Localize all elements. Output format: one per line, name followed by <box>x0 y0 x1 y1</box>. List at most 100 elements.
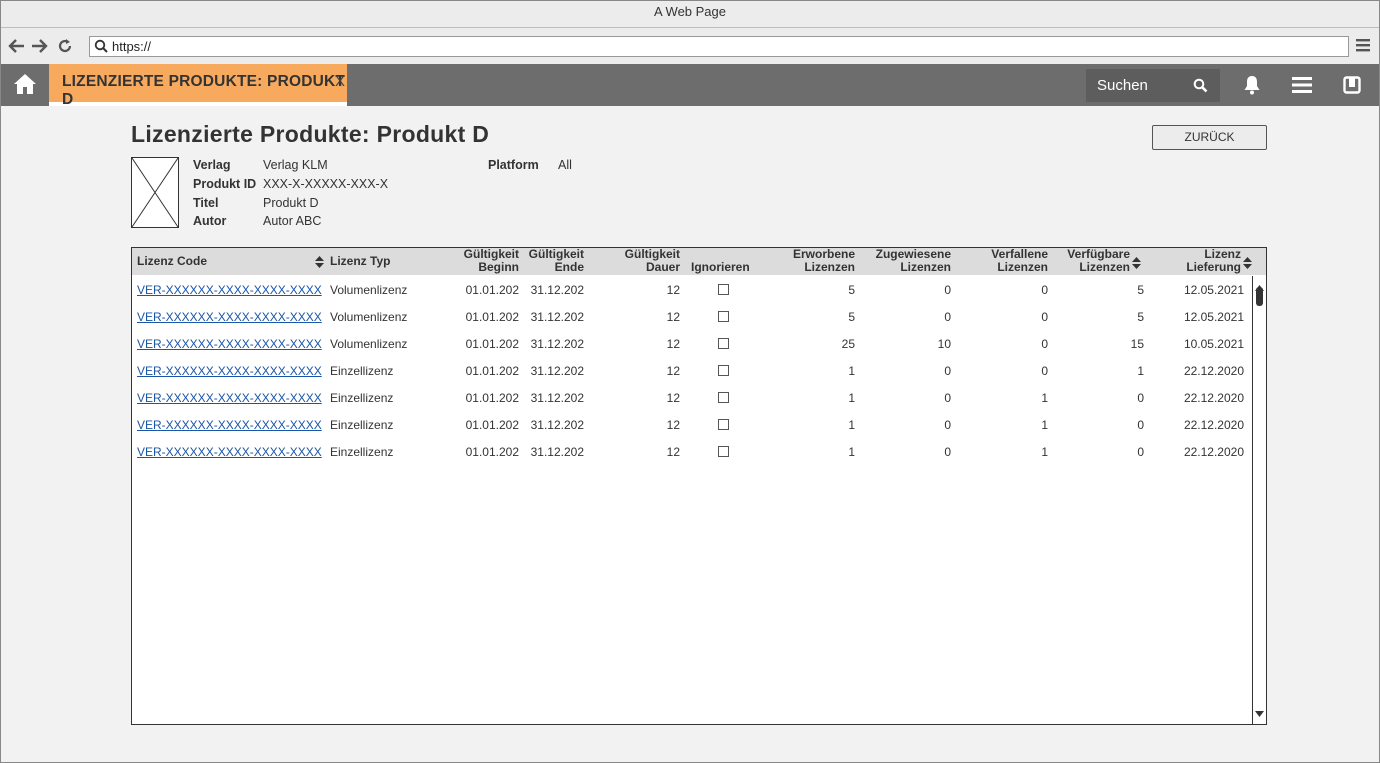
ignorieren-checkbox[interactable] <box>718 419 729 430</box>
sort-icon[interactable] <box>1132 256 1141 274</box>
col-zugewiesene-line1: Zugewiesene <box>875 247 951 261</box>
lizenz-typ-cell: Einzellizenz <box>330 418 394 432</box>
reload-icon[interactable] <box>55 36 75 56</box>
sort-icon[interactable] <box>315 255 324 273</box>
license-table: Lizenz Code Lizenz Typ Gültigkeit Beginn… <box>131 247 1267 725</box>
verfuegbare-cell: 5 <box>1137 310 1144 324</box>
col-zugewiesene[interactable]: Zugewiesene Lizenzen <box>862 248 951 273</box>
scroll-down-arrow-icon[interactable] <box>1255 704 1264 722</box>
home-icon[interactable] <box>13 73 39 97</box>
verfallene-cell: 0 <box>1041 364 1048 378</box>
lieferung-cell: 12.05.2021 <box>1183 310 1244 324</box>
tab-close-button[interactable]: X <box>335 73 345 90</box>
col-erworbene-line2: Lizenzen <box>804 259 855 274</box>
ignorieren-checkbox[interactable] <box>718 365 729 376</box>
scrollbar-thumb[interactable] <box>1256 287 1263 306</box>
sort-icon[interactable] <box>1243 256 1252 274</box>
col-lizenz-lieferung[interactable]: Lizenz Lieferung <box>1162 248 1241 273</box>
erworbene-cell: 25 <box>841 337 855 351</box>
ignorieren-checkbox[interactable] <box>718 446 729 457</box>
search-placeholder: Suchen <box>1097 77 1148 94</box>
verfallene-cell: 0 <box>1041 337 1048 351</box>
dauer-cell: 12 <box>666 364 680 378</box>
zugewiesene-cell: 0 <box>944 364 951 378</box>
lizenz-typ-cell: Einzellizenz <box>330 445 394 459</box>
erworbene-cell: 1 <box>848 418 855 432</box>
lieferung-cell: 10.05.2021 <box>1183 337 1244 351</box>
titel-label: Titel <box>193 196 219 210</box>
tab-lizenzierte-produkte[interactable]: LIZENZIERTE PRODUKTE: PRODUKT D X <box>49 64 347 108</box>
forward-arrow-icon[interactable] <box>29 36 49 56</box>
verfuegbare-cell: 0 <box>1137 445 1144 459</box>
page-title: Lizenzierte Produkte: Produkt D <box>131 121 490 147</box>
lizenz-code-link[interactable]: VER-XXXXXX-XXXX-XXXX-XXXX <box>137 418 322 432</box>
col-verfuegbare[interactable]: Verfügbare Lizenzen <box>1052 248 1130 273</box>
ende-cell: 31.12.202 <box>530 337 584 351</box>
platform-label: Platform <box>488 158 539 172</box>
verfallene-cell: 1 <box>1041 445 1048 459</box>
lizenz-code-link[interactable]: VER-XXXXXX-XXXX-XXXX-XXXX <box>137 283 322 297</box>
produkt-id-value: XXX-X-XXXXX-XXX-X <box>263 177 389 191</box>
lizenz-code-link[interactable]: VER-XXXXXX-XXXX-XXXX-XXXX <box>137 337 322 351</box>
autor-label: Autor <box>193 214 227 228</box>
address-bar: https:// <box>1 28 1379 65</box>
lizenz-code-link[interactable]: VER-XXXXXX-XXXX-XXXX-XXXX <box>137 391 322 405</box>
back-arrow-icon[interactable] <box>7 36 27 56</box>
bell-icon[interactable] <box>1243 75 1261 100</box>
browser-menu-icon[interactable] <box>1355 37 1371 58</box>
zugewiesene-cell: 0 <box>944 445 951 459</box>
col-ignorieren[interactable]: Ignorieren <box>691 261 750 274</box>
verlag-label: Verlag <box>193 158 231 172</box>
dauer-cell: 12 <box>666 310 680 324</box>
beginn-cell: 01.01.202 <box>465 391 519 405</box>
col-gueltigkeit-dauer[interactable]: Gültigkeit Dauer <box>602 248 680 273</box>
ignorieren-checkbox[interactable] <box>718 284 729 295</box>
ignorieren-checkbox[interactable] <box>718 392 729 403</box>
col-beginn-line2: Beginn <box>478 259 519 274</box>
main-content: Lizenzierte Produkte: Produkt D ZURÜCK V… <box>1 106 1379 761</box>
erworbene-cell: 1 <box>848 391 855 405</box>
col-gueltigkeit-ende[interactable]: Gültigkeit Ende <box>522 248 584 273</box>
table-row: VER-XXXXXX-XXXX-XXXX-XXXX Einzellizenz 01.… <box>132 438 1252 465</box>
search-icon[interactable] <box>1193 78 1208 98</box>
back-button[interactable]: ZURÜCK <box>1152 125 1267 150</box>
col-lizenz-code[interactable]: Lizenz Code <box>137 255 207 268</box>
lizenz-code-link[interactable]: VER-XXXXXX-XXXX-XXXX-XXXX <box>137 310 322 324</box>
dauer-cell: 12 <box>666 445 680 459</box>
col-lieferung-line2: Lieferung <box>1186 259 1241 274</box>
ignorieren-checkbox[interactable] <box>718 311 729 322</box>
verfallene-cell: 1 <box>1041 391 1048 405</box>
url-input[interactable]: https:// <box>89 36 1349 57</box>
verfuegbare-cell: 0 <box>1137 418 1144 432</box>
ignorieren-checkbox[interactable] <box>718 338 729 349</box>
col-gueltigkeit-beginn[interactable]: Gültigkeit Beginn <box>432 248 519 273</box>
table-row: VER-XXXXXX-XXXX-XXXX-XXXX Volumenlizenz 01… <box>132 330 1252 357</box>
lizenz-code-link[interactable]: VER-XXXXXX-XXXX-XXXX-XXXX <box>137 364 322 378</box>
search-input[interactable]: Suchen <box>1086 69 1220 102</box>
dauer-cell: 12 <box>666 337 680 351</box>
product-image-placeholder <box>131 157 179 228</box>
table-scrollbar[interactable] <box>1252 276 1266 724</box>
beginn-cell: 01.01.202 <box>465 310 519 324</box>
zugewiesene-cell: 10 <box>937 337 951 351</box>
erworbene-cell: 1 <box>848 445 855 459</box>
beginn-cell: 01.01.202 <box>465 364 519 378</box>
zugewiesene-cell: 0 <box>944 418 951 432</box>
col-lizenz-typ[interactable]: Lizenz Typ <box>330 255 390 268</box>
menu-list-icon[interactable] <box>1292 77 1312 98</box>
col-ende-line2: Ende <box>554 259 584 274</box>
col-erworbene[interactable]: Erworbene Lizenzen <box>772 248 855 273</box>
platform-value: All <box>558 158 572 172</box>
col-lieferung-line1: Lizenz <box>1204 247 1241 261</box>
col-verfallene-line1: Verfallene <box>991 247 1048 261</box>
col-verfallene[interactable]: Verfallene Lizenzen <box>962 248 1048 273</box>
table-row: VER-XXXXXX-XXXX-XXXX-XXXX Volumenlizenz 01… <box>132 276 1252 303</box>
lizenz-code-link[interactable]: VER-XXXXXX-XXXX-XXXX-XXXX <box>137 445 322 459</box>
verfallene-cell: 1 <box>1041 418 1048 432</box>
verlag-value: Verlag KLM <box>263 158 328 172</box>
logout-icon[interactable] <box>1343 76 1361 99</box>
table-row: VER-XXXXXX-XXXX-XXXX-XXXX Einzellizenz 01.… <box>132 411 1252 438</box>
ende-cell: 31.12.202 <box>530 283 584 297</box>
col-erworbene-line1: Erworbene <box>792 247 855 261</box>
ende-cell: 31.12.202 <box>530 445 584 459</box>
